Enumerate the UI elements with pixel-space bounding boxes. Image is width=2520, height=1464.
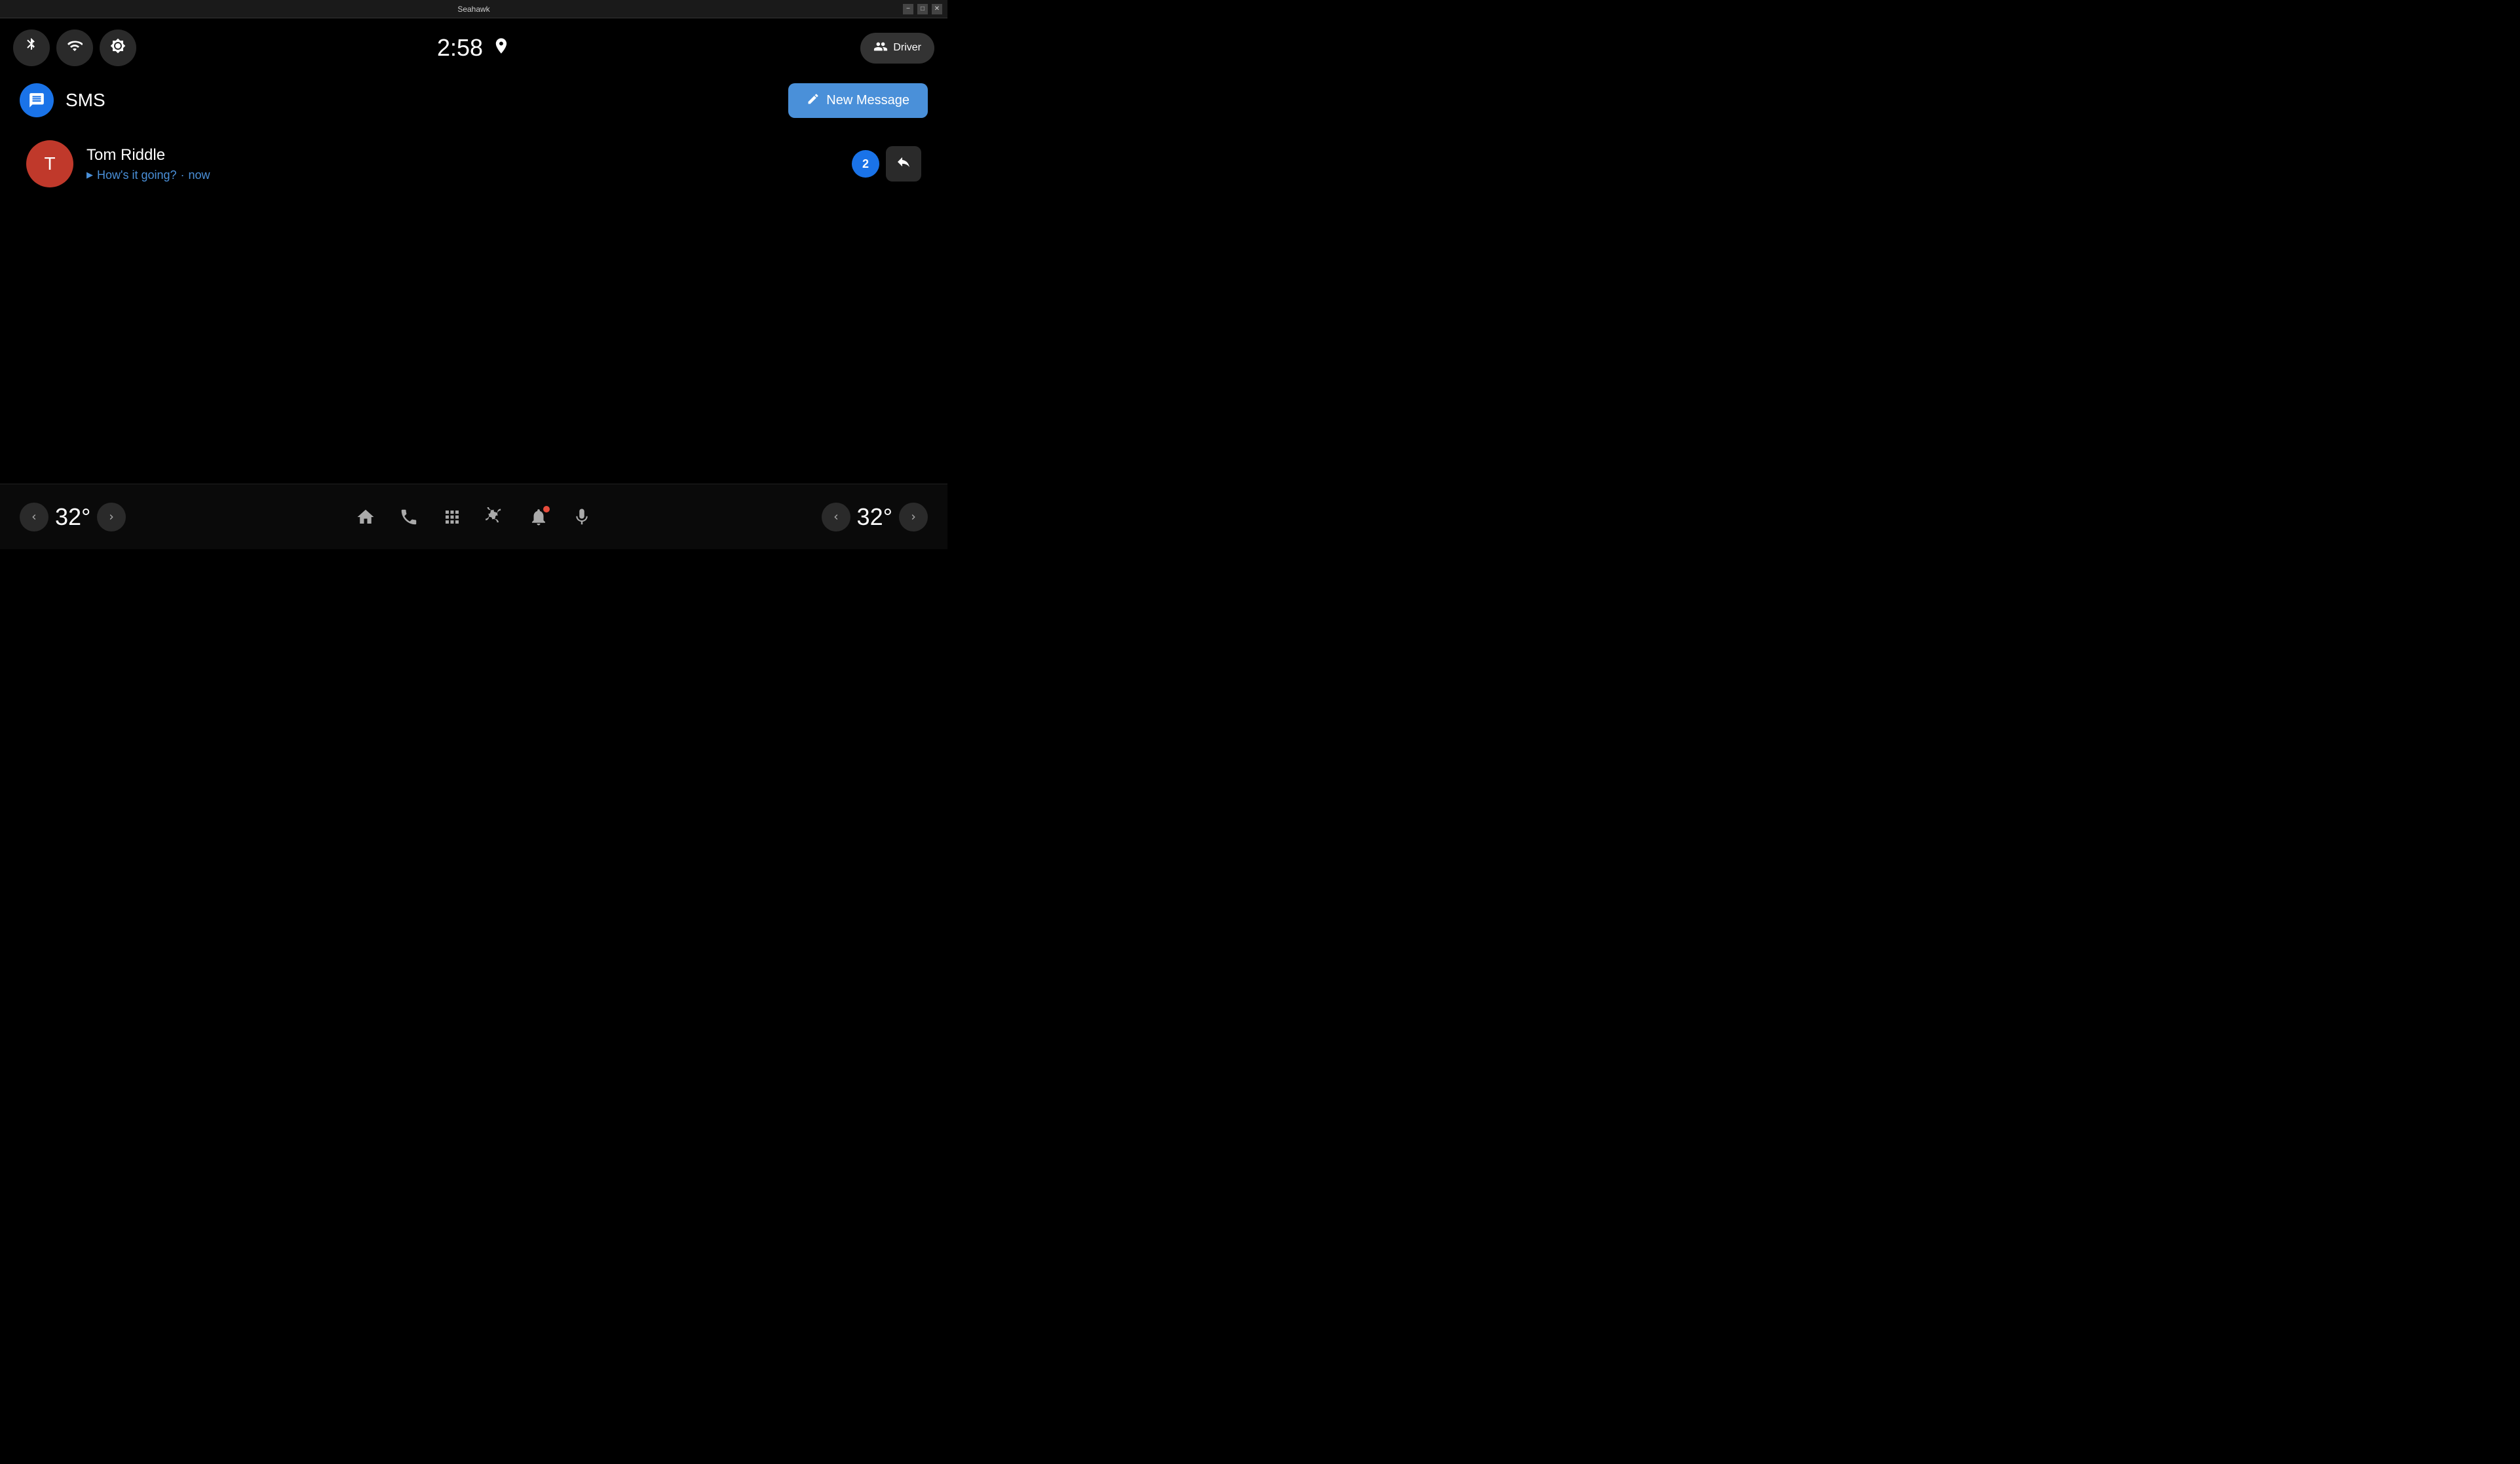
title-bar-controls: − □ ✕ [903,4,942,14]
home-button[interactable] [356,507,375,527]
message-list: T Tom Riddle ▶ How's it going? · now 2 [0,123,947,204]
bottom-right: 32° [822,503,928,531]
temp-right-display: 32° [857,503,892,531]
message-preview: ▶ How's it going? · now [86,168,839,182]
top-bar-left [13,29,136,66]
reply-icon [896,154,911,174]
dot-separator: · [181,168,185,182]
temp-left-next-button[interactable] [97,503,126,531]
bottom-center [356,507,592,527]
message-item[interactable]: T Tom Riddle ▶ How's it going? · now 2 [20,130,928,198]
reply-button[interactable] [886,146,921,182]
unread-badge: 2 [852,150,879,178]
phone-button[interactable] [399,507,419,527]
temp-right-next-button[interactable] [899,503,928,531]
contact-avatar: T [26,140,73,187]
notification-dot [543,506,550,512]
temp-left-display: 32° [55,503,90,531]
message-actions: 2 [852,146,921,182]
temp-right-prev-button[interactable] [822,503,850,531]
fan-button[interactable] [486,507,505,527]
app-title: SMS [66,90,105,111]
location-icon [492,37,510,60]
contact-initial: T [44,153,55,174]
bell-button[interactable] [529,507,548,527]
mic-button[interactable] [572,507,592,527]
driver-button[interactable]: Driver [860,33,934,64]
close-button[interactable]: ✕ [932,4,942,14]
new-message-button[interactable]: New Message [788,83,928,118]
wifi-button[interactable] [56,29,93,66]
pencil-icon [807,92,820,109]
bottom-bar: 32° 32° [0,484,947,549]
bottom-left: 32° [20,503,126,531]
sms-app-icon [20,83,54,117]
app-header-left: SMS [20,83,105,117]
new-message-label: New Message [826,93,909,108]
bluetooth-icon [24,38,39,58]
time-display: 2:58 [437,34,483,62]
wifi-icon [67,38,83,58]
top-bar-center: 2:58 [437,34,510,62]
contact-name: Tom Riddle [86,146,839,164]
grid-button[interactable] [442,507,462,527]
brightness-icon [110,38,126,58]
brightness-button[interactable] [100,29,136,66]
top-bar: 2:58 Driver [0,18,947,77]
preview-text: How's it going? [97,168,177,182]
app-header: SMS New Message [0,77,947,123]
minimize-button[interactable]: − [903,4,913,14]
driver-label: Driver [893,42,921,54]
driver-icon [873,39,888,57]
maximize-button[interactable]: □ [917,4,928,14]
bluetooth-button[interactable] [13,29,50,66]
play-icon: ▶ [86,170,93,180]
title-bar-title: Seahawk [45,5,903,14]
title-bar: Seahawk − □ ✕ [0,0,947,18]
driver-button-wrapper: Driver [860,33,934,64]
message-content: Tom Riddle ▶ How's it going? · now [86,146,839,182]
message-time: now [189,168,210,182]
temp-left-prev-button[interactable] [20,503,48,531]
